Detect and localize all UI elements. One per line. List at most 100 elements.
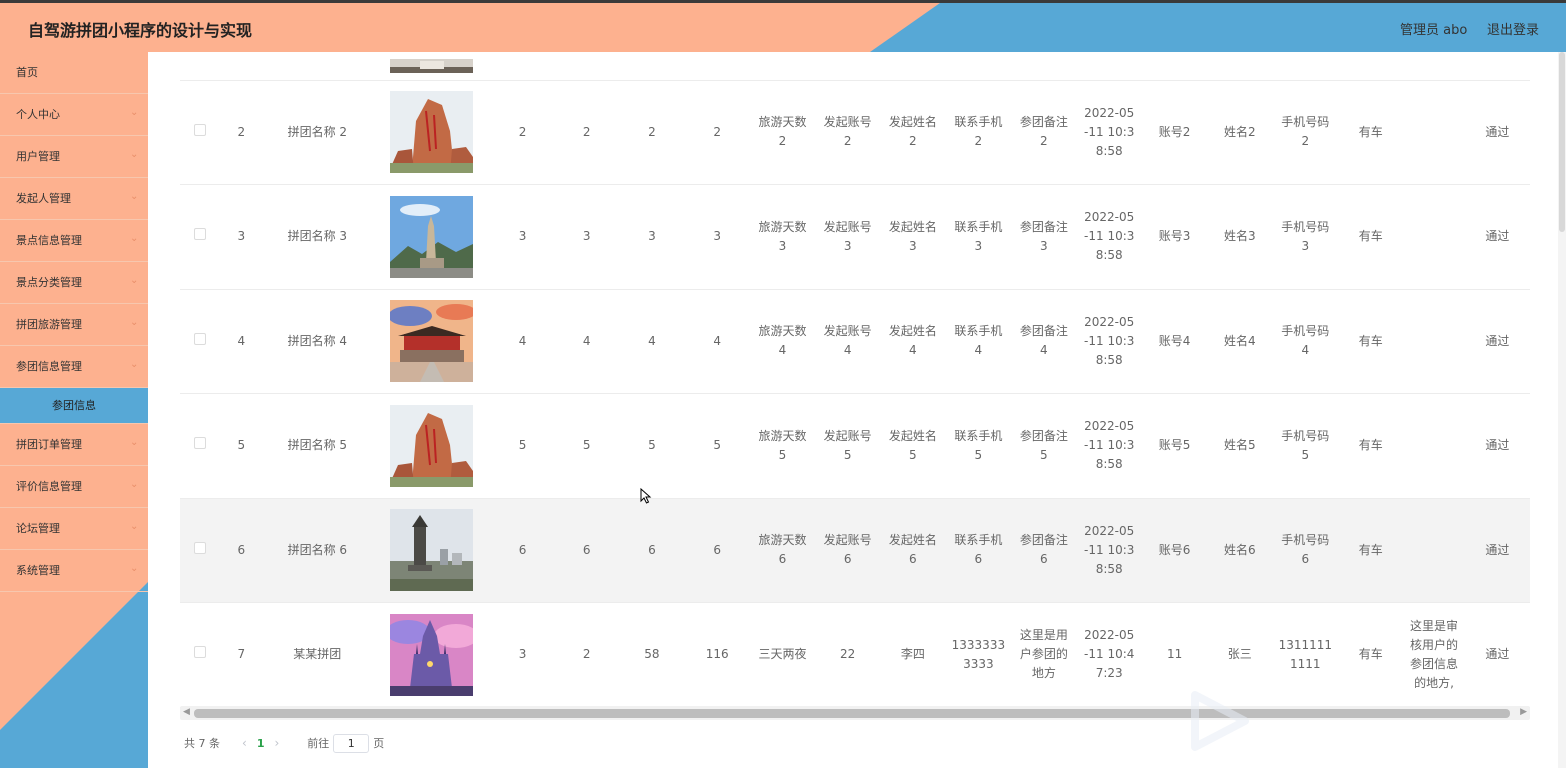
- horizontal-scrollbar[interactable]: ◀ ▶: [180, 706, 1530, 720]
- sidebar-item[interactable]: 个人中心 ⌄: [0, 94, 148, 136]
- sidebar-item[interactable]: 拼团订单管理 ⌄: [0, 424, 148, 466]
- cell-days: 三天两夜: [749, 602, 816, 708]
- sidebar-item-label: 发起人管理: [16, 192, 71, 205]
- table-row[interactable]: 5 拼团名称 5 5 5 5 5 旅游天数 5 发起账号 5 发起姓名 5 联系手机 5 参团备注 …: [180, 393, 1530, 499]
- page-number-current[interactable]: 1: [257, 737, 265, 750]
- cell-acct: 发起账号 4: [815, 289, 881, 394]
- cell-car: 有车: [1338, 289, 1404, 394]
- row-checkbox[interactable]: [193, 437, 206, 450]
- table-row[interactable]: 4 拼团名称 4 4 4 4 4 旅游天数 4 发起账号 4 发起姓名 4 联系手机 4 参团备注 …: [180, 289, 1530, 394]
- cell-c1: 4: [491, 289, 555, 394]
- main-content: 2 拼团名称 2 2 2 2 2 旅游天数 2 发起账号 2 发起姓名 2 联系手机 2 参团备注 …: [148, 52, 1566, 768]
- sidebar-item-label: 参团信息管理: [16, 360, 82, 373]
- sidebar-item[interactable]: 评价信息管理 ⌄: [0, 466, 148, 508]
- row-checkbox[interactable]: [193, 646, 206, 659]
- page-suffix: 页: [373, 737, 385, 750]
- cell-c2: 5: [554, 393, 620, 499]
- row-index: 2: [219, 80, 264, 185]
- pagination-total: 共 7 条: [184, 737, 220, 750]
- cell-phone: 联系手机 5: [945, 393, 1012, 499]
- cell-fname: 发起姓名 2: [880, 80, 946, 185]
- cell-note: 参团备注 3: [1011, 184, 1077, 290]
- cell-review: [1403, 498, 1465, 603]
- row-checkbox[interactable]: [193, 332, 206, 345]
- cell-car: 有车: [1338, 184, 1404, 290]
- goto-page-input[interactable]: [333, 733, 370, 753]
- cell-car: 有车: [1338, 393, 1404, 499]
- table-row[interactable]: 6 拼团名称 6 6 6 6 6 旅游天数 6 发起账号 6 发起姓名 6 联系手机 6 参团备注 …: [180, 498, 1530, 603]
- logout-link[interactable]: 退出登录: [1487, 19, 1539, 38]
- cell-c1: 2: [491, 80, 555, 185]
- cell-c2: 6: [554, 498, 620, 603]
- cell-phone: 联系手机 6: [945, 498, 1012, 603]
- sidebar-item[interactable]: 景点信息管理 ⌄: [0, 220, 148, 262]
- row-index: 7: [219, 602, 264, 708]
- cell-status[interactable]: 通过: [1464, 184, 1530, 290]
- row-index: 6: [219, 498, 264, 603]
- horizontal-scroll-thumb[interactable]: [194, 709, 1510, 718]
- cell-note: 这里是用 户参团的 地方: [1011, 602, 1077, 708]
- tour-name: 拼团名称 6: [263, 498, 372, 603]
- chevron-down-icon: ⌄: [130, 359, 139, 370]
- cell-acct: 发起账号 5: [815, 393, 881, 499]
- cell-c4: 5: [684, 393, 750, 499]
- sidebar-item[interactable]: 参团信息管理 ⌄: [0, 346, 148, 388]
- prev-page-icon[interactable]: ‹: [242, 736, 247, 750]
- row-index: 4: [219, 289, 264, 394]
- sidebar-item[interactable]: 系统管理 ⌄: [0, 550, 148, 592]
- cell-days: 旅游天数 2: [749, 80, 816, 185]
- sidebar-subitem-active[interactable]: 参团信息: [0, 388, 148, 424]
- sidebar-item-label: 首页: [16, 66, 38, 79]
- table-row-partial: [180, 52, 1530, 81]
- cell-c2: 4: [554, 289, 620, 394]
- cell-note: 参团备注 6: [1011, 498, 1077, 603]
- tour-name: 某某拼团: [263, 602, 372, 708]
- sidebar-item[interactable]: 发起人管理 ⌄: [0, 178, 148, 220]
- cell-uacct: 账号2: [1141, 80, 1208, 185]
- cell-c1: 3: [491, 184, 555, 290]
- sidebar-item-label: 景点信息管理: [16, 234, 82, 247]
- cell-acct: 发起账号 3: [815, 184, 881, 290]
- current-user: 管理员 abo: [1400, 23, 1468, 38]
- cell-acct: 发起账号 6: [815, 498, 881, 603]
- next-page-icon[interactable]: ›: [274, 736, 279, 750]
- cell-time: 2022-05 -11 10:3 8:58: [1076, 393, 1142, 499]
- cell-time: 2022-05 -11 10:3 8:58: [1076, 80, 1142, 185]
- cell-phone: 1333333 3333: [945, 602, 1012, 708]
- cell-fname: 发起姓名 5: [880, 393, 946, 499]
- tour-image: [389, 195, 473, 278]
- cell-fname: 发起姓名 6: [880, 498, 946, 603]
- scroll-left-icon[interactable]: ◀: [183, 707, 190, 717]
- sidebar-item[interactable]: 论坛管理 ⌄: [0, 508, 148, 550]
- vertical-scrollbar[interactable]: [1558, 52, 1566, 768]
- mouse-cursor-icon: [640, 488, 652, 504]
- cell-c2: 3: [554, 184, 620, 290]
- sidebar-item[interactable]: 景点分类管理 ⌄: [0, 262, 148, 304]
- cell-review: [1403, 184, 1465, 290]
- row-checkbox[interactable]: [193, 228, 206, 241]
- cell-status[interactable]: 通过: [1464, 498, 1530, 603]
- cell-status[interactable]: 通过: [1464, 602, 1530, 708]
- row-checkbox[interactable]: [193, 541, 206, 554]
- table-row[interactable]: 3 拼团名称 3 3 3 3 3 旅游天数 3 发起账号 3 发起姓名 3 联系手机 3 参团备注 …: [180, 184, 1530, 290]
- scroll-right-icon[interactable]: ▶: [1520, 707, 1527, 717]
- app-header: 自驾游拼团小程序的设计与实现 管理员 abo 退出登录: [0, 3, 1566, 52]
- goto-label: 前往: [307, 737, 330, 750]
- row-checkbox[interactable]: [193, 123, 206, 136]
- cell-status[interactable]: 通过: [1464, 80, 1530, 185]
- play-watermark-icon: [1191, 691, 1249, 751]
- table-row[interactable]: 7 某某拼团 3 2 58 116 三天两夜 22 李四 1333333 3333 这里是用 户参团…: [180, 602, 1530, 708]
- cell-uacct: 账号4: [1141, 289, 1208, 394]
- tour-image: [389, 404, 473, 487]
- table-row[interactable]: 2 拼团名称 2 2 2 2 2 旅游天数 2 发起账号 2 发起姓名 2 联系手机 2 参团备注 …: [180, 80, 1530, 185]
- chevron-down-icon: ⌄: [130, 317, 139, 328]
- sidebar-item[interactable]: 用户管理 ⌄: [0, 136, 148, 178]
- sidebar-item[interactable]: 拼团旅游管理 ⌄: [0, 304, 148, 346]
- cell-days: 旅游天数 5: [749, 393, 816, 499]
- vertical-scroll-thumb[interactable]: [1559, 52, 1565, 232]
- sidebar-item[interactable]: 首页: [0, 52, 148, 94]
- cell-status[interactable]: 通过: [1464, 393, 1530, 499]
- cell-status[interactable]: 通过: [1464, 289, 1530, 394]
- cell-acct: 发起账号 2: [815, 80, 881, 185]
- cell-c4: 3: [684, 184, 750, 290]
